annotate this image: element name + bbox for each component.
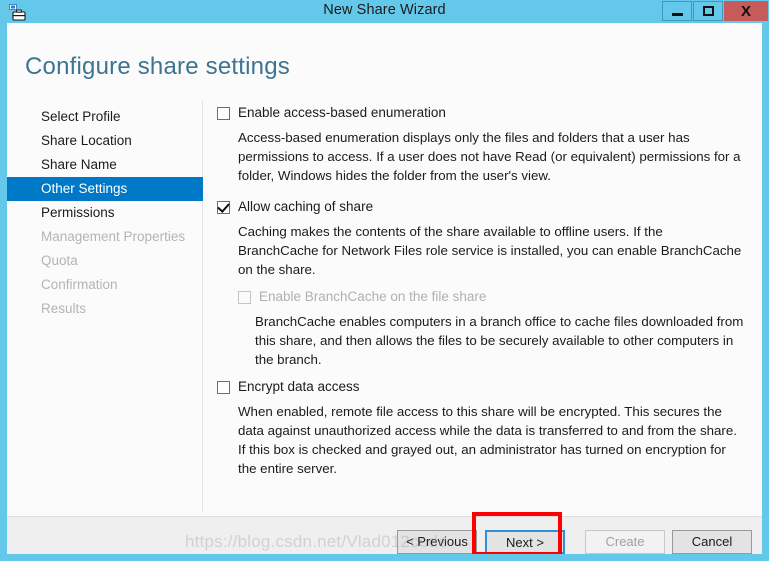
- close-icon: X: [741, 4, 751, 19]
- spacer: [217, 369, 747, 379]
- access-based-enumeration-row[interactable]: Enable access-based enumeration: [217, 105, 747, 125]
- sidebar-item-management-properties: Management Properties: [7, 225, 203, 249]
- previous-button[interactable]: < Previous: [397, 530, 477, 554]
- enable-branchcache-row: Enable BranchCache on the file share: [238, 289, 747, 309]
- wizard-client-area: Configure share settings Select Profile …: [7, 23, 762, 554]
- check-icon: [217, 200, 230, 213]
- sidebar-item-share-location[interactable]: Share Location: [7, 129, 203, 153]
- sidebar-item-other-settings[interactable]: Other Settings: [7, 177, 203, 201]
- spacer: [217, 185, 747, 199]
- wizard-footer: < Previous Next > Create Cancel: [7, 516, 762, 554]
- maximize-button[interactable]: [693, 1, 723, 21]
- page-title: Configure share settings: [25, 53, 290, 81]
- minimize-button[interactable]: [662, 1, 692, 21]
- encrypt-data-access-row[interactable]: Encrypt data access: [217, 379, 747, 399]
- enable-branchcache-label: Enable BranchCache on the file share: [259, 289, 486, 305]
- sidebar-item-share-name[interactable]: Share Name: [7, 153, 203, 177]
- encrypt-data-access-checkbox[interactable]: [217, 381, 230, 394]
- enable-branchcache-description: BranchCache enables computers in a branc…: [255, 312, 747, 369]
- enable-branchcache-checkbox: [238, 291, 251, 304]
- sidebar-item-select-profile[interactable]: Select Profile: [7, 105, 203, 129]
- next-button[interactable]: Next >: [485, 530, 565, 554]
- sidebar-item-quota: Quota: [7, 249, 203, 273]
- wizard-step-nav: Select Profile Share Location Share Name…: [7, 105, 203, 321]
- title-bar: New Share Wizard X: [0, 0, 769, 23]
- close-button[interactable]: X: [724, 1, 768, 21]
- new-share-wizard-window: New Share Wizard X Configure share setti…: [0, 0, 769, 561]
- encrypt-data-access-label: Encrypt data access: [238, 379, 360, 395]
- cancel-button[interactable]: Cancel: [672, 530, 752, 554]
- create-button: Create: [585, 530, 665, 554]
- minimize-icon: [672, 13, 683, 16]
- allow-caching-of-share-checkbox[interactable]: [217, 201, 230, 214]
- sidebar-item-results: Results: [7, 297, 203, 321]
- encrypt-data-access-description: When enabled, remote file access to this…: [238, 402, 747, 478]
- window-title: New Share Wizard: [0, 2, 769, 18]
- access-based-enumeration-checkbox[interactable]: [217, 107, 230, 120]
- spacer: [217, 279, 747, 289]
- maximize-icon: [703, 6, 714, 16]
- access-based-enumeration-description: Access-based enumeration displays only t…: [238, 128, 747, 185]
- sidebar-item-permissions[interactable]: Permissions: [7, 201, 203, 225]
- share-settings-panel: Enable access-based enumeration Access-b…: [217, 105, 747, 478]
- allow-caching-of-share-description: Caching makes the contents of the share …: [238, 222, 747, 279]
- sidebar-item-confirmation: Confirmation: [7, 273, 203, 297]
- allow-caching-of-share-label: Allow caching of share: [238, 199, 373, 215]
- access-based-enumeration-label: Enable access-based enumeration: [238, 105, 446, 121]
- allow-caching-of-share-row[interactable]: Allow caching of share: [217, 199, 747, 219]
